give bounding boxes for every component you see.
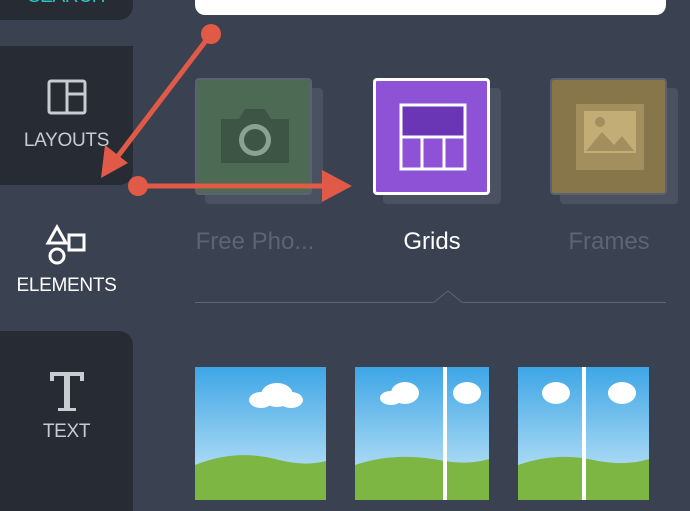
tutorial-arrows bbox=[101, 24, 352, 202]
